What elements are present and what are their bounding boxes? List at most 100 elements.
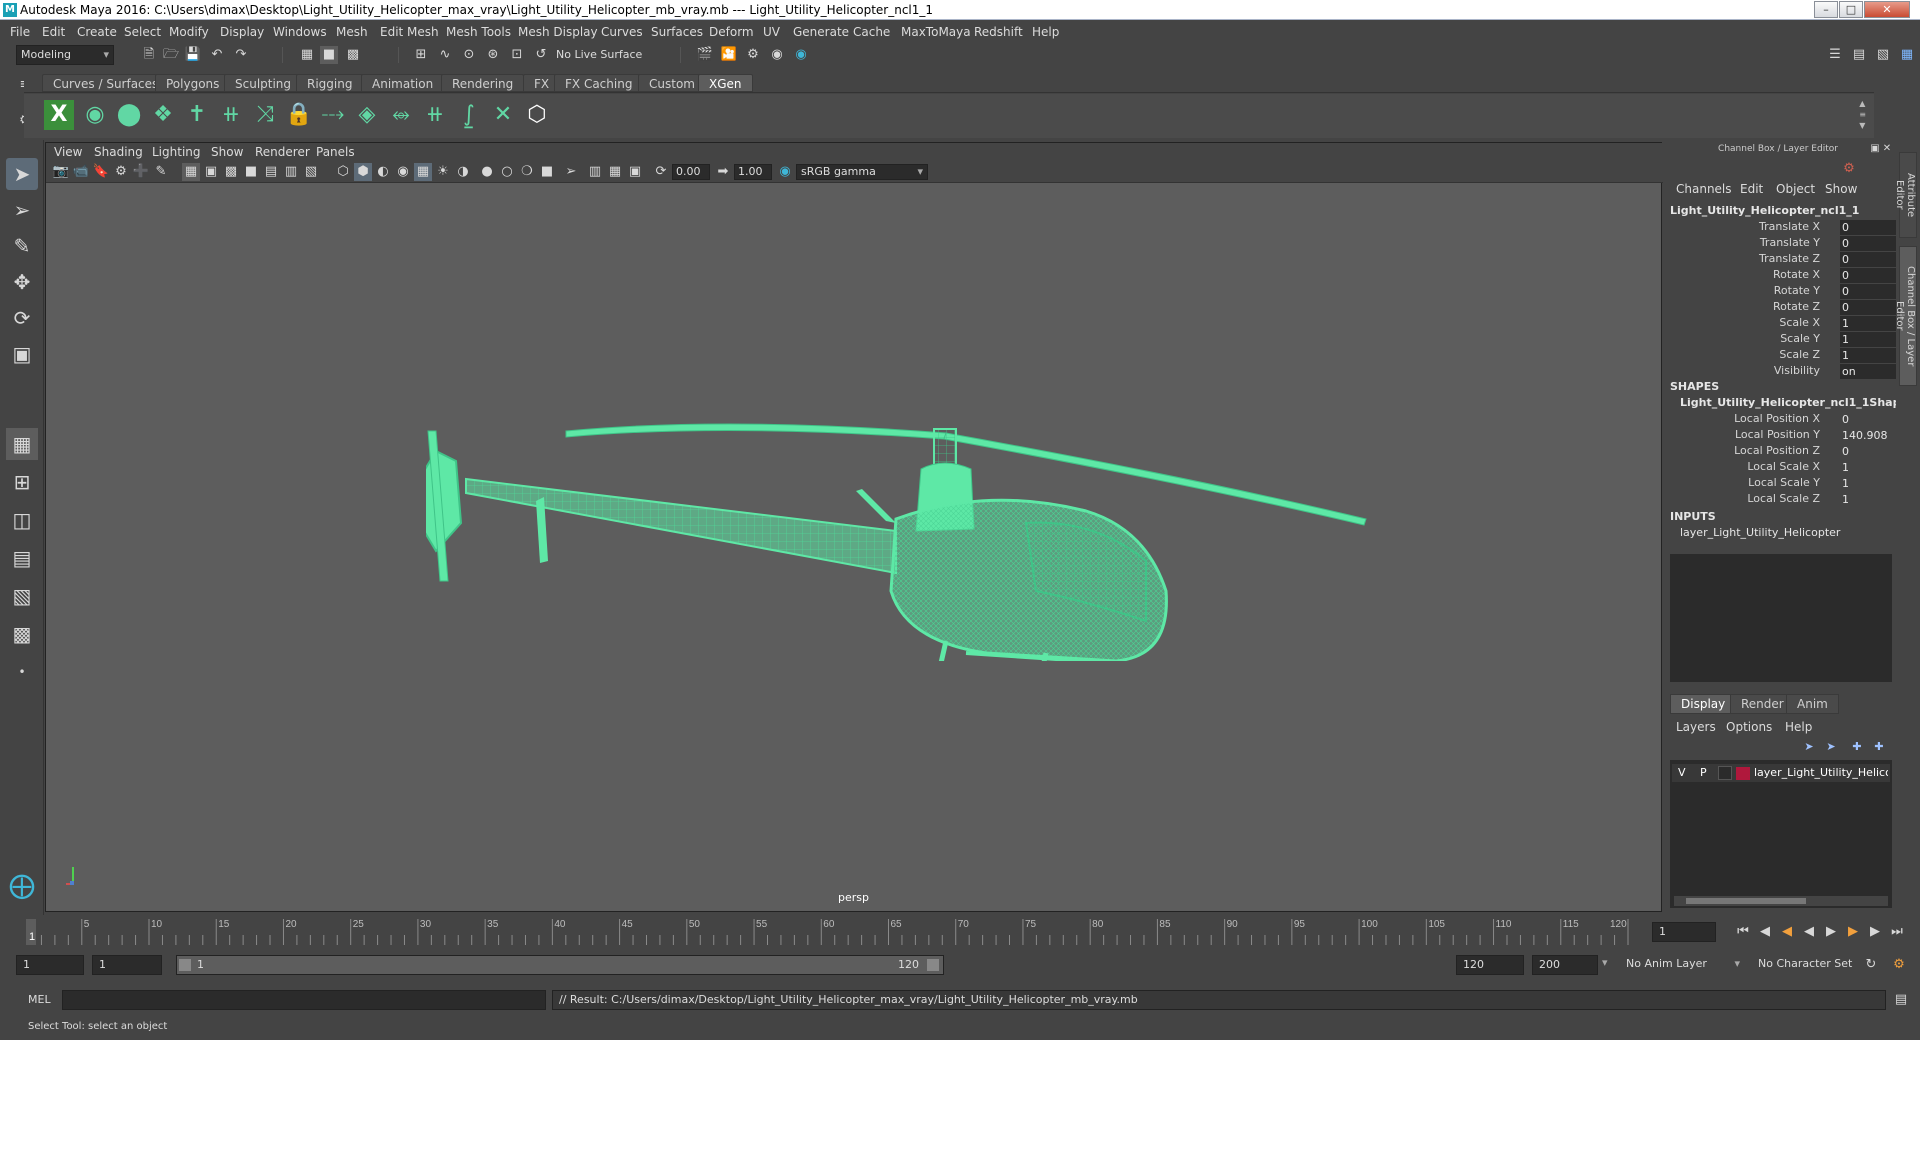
attribute-value-field[interactable]: on: [1840, 364, 1898, 379]
current-frame-field[interactable]: 1: [1652, 922, 1716, 942]
new-layer-selected-icon[interactable]: ✚: [1870, 738, 1888, 756]
channel-box-options-icon[interactable]: ⚙: [1840, 160, 1858, 178]
attribute-row[interactable]: Local Scale X1: [1670, 460, 1890, 476]
color-management-icon[interactable]: ◉: [776, 163, 794, 181]
time-slider[interactable]: 5 10 15 20 25 30 35 40 45 50 55 60 65 70 75 80 85 90 95 100…: [24, 915, 1644, 949]
attribute-value-field[interactable]: 0: [1840, 236, 1898, 251]
xgen-add-guide-icon[interactable]: ✝: [182, 100, 212, 130]
script-editor-icon[interactable]: ▤: [1892, 991, 1910, 1009]
shelf-tab-custom[interactable]: Custom: [638, 74, 706, 92]
move-layer-down-icon[interactable]: ➤: [1822, 738, 1840, 756]
viewport-menu-shading[interactable]: Shading: [94, 145, 143, 159]
grease-pencil-icon[interactable]: ✎: [152, 163, 170, 181]
toggle-channel-box-icon[interactable]: ▦: [1898, 46, 1916, 64]
shelf-scroll-icon[interactable]: ▲ ≡ ▼: [1859, 98, 1866, 131]
attribute-row[interactable]: Scale Z1: [1670, 348, 1898, 364]
shadows-icon[interactable]: ◑: [454, 163, 472, 181]
make-live-icon[interactable]: ↺: [532, 46, 550, 64]
step-back-key-icon[interactable]: ◀: [1778, 923, 1796, 941]
layout-persp-outliner-icon[interactable]: ▧: [6, 580, 38, 612]
viewport-menu-show[interactable]: Show: [211, 145, 243, 159]
gamma-field[interactable]: 1.00: [734, 164, 772, 180]
layer-color-swatch[interactable]: [1736, 767, 1750, 780]
move-layer-up-icon[interactable]: ➤: [1800, 738, 1818, 756]
menu-mesh-display[interactable]: Mesh Display: [518, 25, 598, 39]
layout-persp-graph-icon[interactable]: ▤: [6, 542, 38, 574]
attribute-value-field[interactable]: 1: [1840, 476, 1898, 491]
two-d-pan-zoom-icon[interactable]: ➕: [132, 163, 150, 181]
select-hierarchy-icon[interactable]: ▦: [298, 46, 316, 64]
viewport-menu-panels[interactable]: Panels: [316, 145, 355, 159]
shape-node-name[interactable]: Light_Utility_Helicopter_ncl1_1Shape: [1680, 396, 1908, 409]
menu-edit-mesh[interactable]: Edit Mesh: [380, 25, 439, 39]
default-material-icon[interactable]: ◉: [394, 163, 412, 181]
layout-persp-hypershade-icon[interactable]: ▩: [6, 618, 38, 650]
attribute-row[interactable]: Local Position X0: [1670, 412, 1890, 428]
close-panel-icon[interactable]: ✕: [1878, 140, 1896, 158]
hypershade-icon[interactable]: ◉: [768, 46, 786, 64]
animation-start-field[interactable]: 1: [16, 955, 84, 975]
attribute-value-field[interactable]: 0: [1840, 412, 1898, 427]
undo-icon[interactable]: ↶: [208, 46, 226, 64]
safe-action-icon[interactable]: ▥: [282, 163, 300, 181]
attribute-editor-tab[interactable]: Attribute Editor: [1894, 152, 1917, 238]
command-input[interactable]: [62, 990, 546, 1010]
resolution-gate-icon[interactable]: ▩: [222, 163, 240, 181]
select-component-icon[interactable]: ▩: [344, 46, 362, 64]
snap-curve-icon[interactable]: ∿: [436, 46, 454, 64]
open-scene-icon[interactable]: 🗁: [162, 46, 180, 64]
step-back-frame-icon[interactable]: ◀: [1756, 923, 1774, 941]
motion-blur-icon[interactable]: ○: [498, 163, 516, 181]
attribute-value-field[interactable]: 1: [1840, 492, 1898, 507]
menu-mesh-tools[interactable]: Mesh Tools: [446, 25, 511, 39]
script-language-toggle[interactable]: MEL: [28, 993, 51, 1006]
menu-set-dropdown[interactable]: Modeling ▾: [16, 45, 114, 65]
play-forwards-icon[interactable]: ▶: [1822, 923, 1840, 941]
channels-show-menu[interactable]: Show: [1825, 182, 1857, 196]
xgen-create-description-icon[interactable]: ⬤: [114, 100, 144, 130]
playback-end-field[interactable]: 120: [1456, 955, 1524, 975]
xgen-guide-bend-icon[interactable]: ⤨: [250, 100, 280, 130]
menu-redshift[interactable]: Redshift: [974, 25, 1023, 39]
auto-key-icon[interactable]: ↻: [1862, 956, 1880, 974]
shelf-tab-curves-surfaces[interactable]: Curves / Surfaces: [42, 74, 170, 92]
menu-windows[interactable]: Windows: [273, 25, 327, 39]
snap-point-icon[interactable]: ⊙: [460, 46, 478, 64]
image-plane-icon[interactable]: ⚙: [112, 163, 130, 181]
maximize-button[interactable]: □: [1839, 1, 1863, 18]
shelf-tab-rigging[interactable]: Rigging: [296, 74, 364, 92]
viewport-menu-renderer[interactable]: Renderer: [255, 145, 310, 159]
rotate-tool-icon[interactable]: ⟳: [6, 302, 38, 334]
layer-tab-display[interactable]: Display: [1670, 694, 1737, 714]
save-scene-icon[interactable]: 💾: [184, 46, 202, 64]
layout-side-by-side-icon[interactable]: ◫: [6, 504, 38, 536]
redo-icon[interactable]: ↷: [232, 46, 250, 64]
animation-preferences-icon[interactable]: ⚙: [1890, 956, 1908, 974]
viewport-menu-view[interactable]: View: [54, 145, 82, 159]
menu-mesh[interactable]: Mesh: [336, 25, 368, 39]
layer-name[interactable]: layer_Light_Utility_Helicopter: [1754, 766, 1888, 779]
channels-menu[interactable]: Channels: [1676, 182, 1732, 196]
film-gate-icon[interactable]: ▣: [202, 163, 220, 181]
attribute-row[interactable]: Scale X1: [1670, 316, 1898, 332]
shelf-tab-sculpting[interactable]: Sculpting: [224, 74, 303, 92]
attribute-row[interactable]: Local Scale Y1: [1670, 476, 1890, 492]
exposure-icon[interactable]: ⟳: [652, 163, 670, 181]
channels-object-menu[interactable]: Object: [1776, 182, 1815, 196]
textured-icon[interactable]: ▦: [414, 163, 432, 181]
attribute-value-field[interactable]: 0: [1840, 252, 1898, 267]
paint-select-tool-icon[interactable]: ✎: [6, 230, 38, 262]
xgen-cut-icon[interactable]: ⨜: [454, 100, 484, 130]
menu-edit[interactable]: Edit: [42, 25, 65, 39]
attribute-value-field[interactable]: 0: [1840, 268, 1898, 283]
new-scene-icon[interactable]: 🗎: [140, 46, 158, 64]
layer-tab-anim[interactable]: Anim: [1786, 694, 1839, 714]
view-transform-dropdown[interactable]: sRGB gamma ▾: [796, 164, 928, 180]
chevron-down-icon[interactable]: ▾: [1602, 956, 1608, 969]
layer-visibility-toggle[interactable]: V: [1678, 766, 1686, 779]
menu-modify[interactable]: Modify: [169, 25, 209, 39]
shelf-tab-xgen[interactable]: XGen: [698, 74, 753, 92]
wireframe-on-shaded-icon[interactable]: ◐: [374, 163, 392, 181]
layer-help-menu[interactable]: Help: [1785, 720, 1812, 734]
input-node-name[interactable]: layer_Light_Utility_Helicopter: [1680, 526, 1840, 539]
